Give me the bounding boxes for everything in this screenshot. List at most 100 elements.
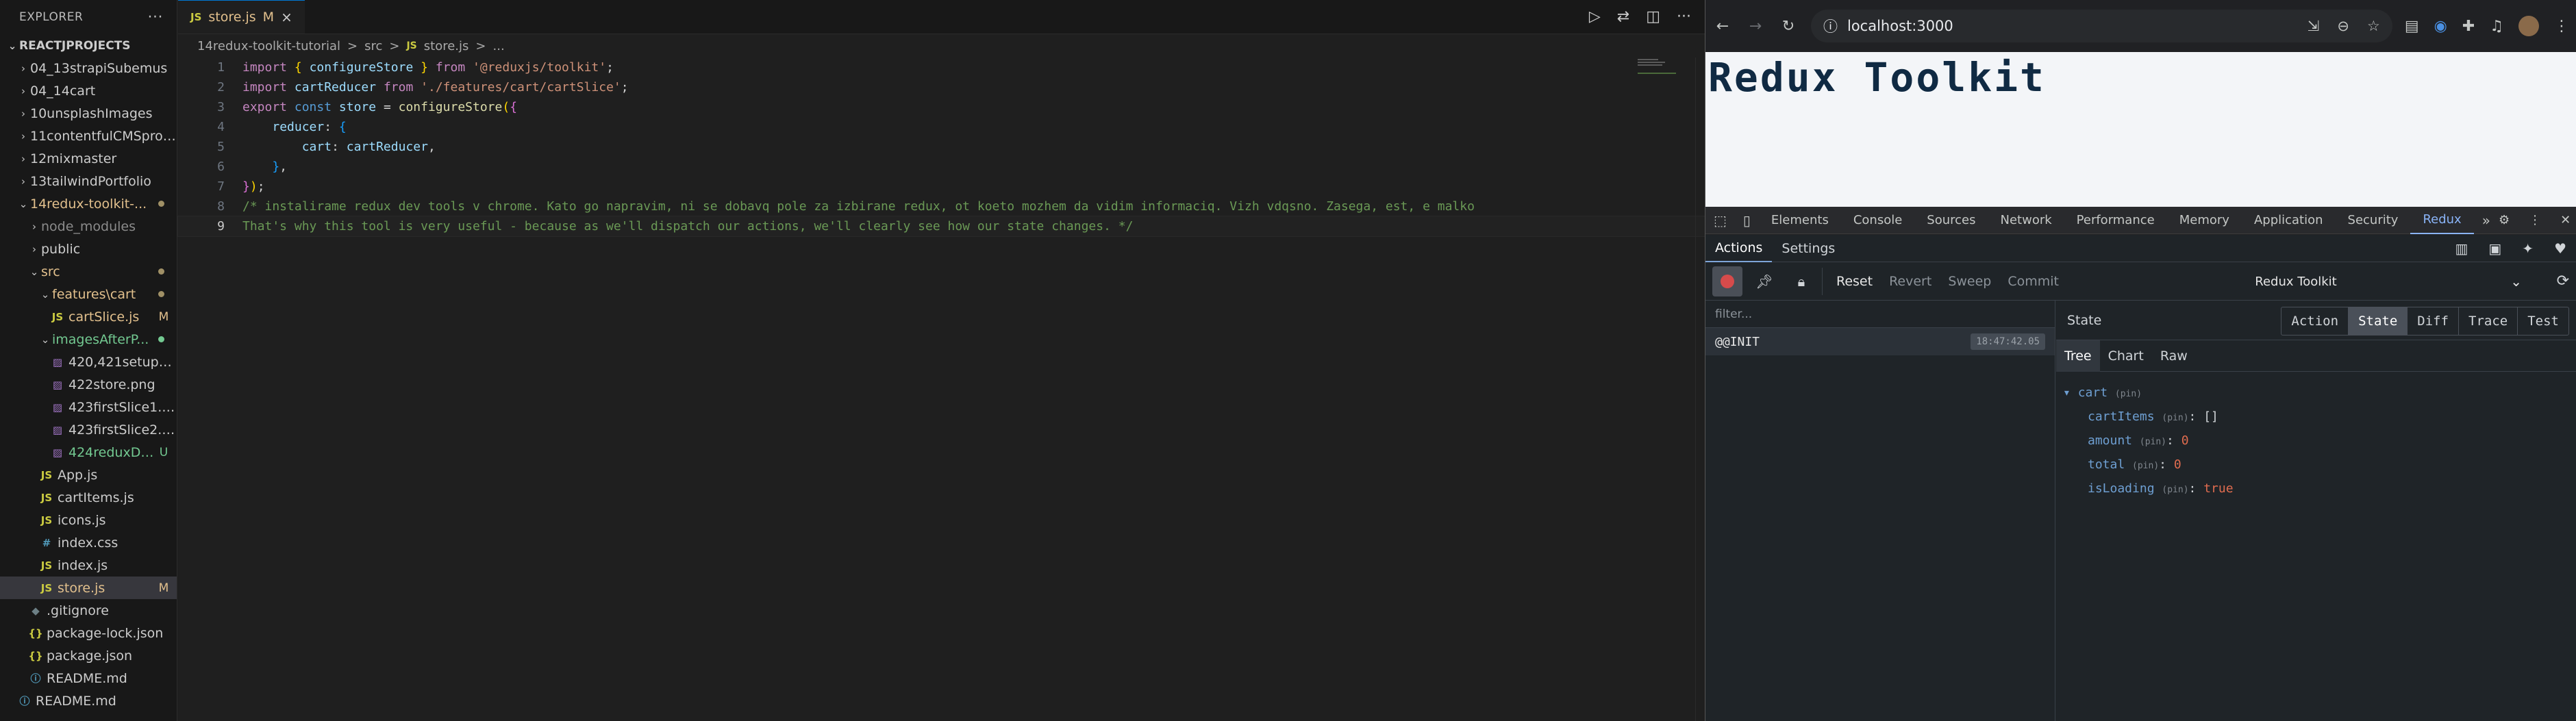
tab-action[interactable]: Action: [2281, 307, 2349, 335]
sweep-button[interactable]: Sweep: [1940, 274, 1999, 289]
file-item[interactable]: JS cartItems.js: [0, 486, 177, 509]
docs-book-icon[interactable]: ▥: [2455, 240, 2468, 257]
file-item[interactable]: JS icons.js: [0, 509, 177, 531]
media-icon[interactable]: ♫: [2490, 18, 2503, 35]
file-item[interactable]: {} package.json: [0, 644, 177, 667]
heart-icon[interactable]: ♥: [2554, 240, 2566, 257]
tree-node[interactable]: isLoading (pin): true: [2063, 477, 2576, 501]
breadcrumb-file[interactable]: store.js: [424, 39, 469, 53]
more-icon[interactable]: ···: [1677, 8, 1691, 25]
file-item[interactable]: ◆ .gitignore: [0, 599, 177, 622]
workspace-root[interactable]: ⌄ REACTJPROJECTS: [0, 34, 177, 57]
extension-shield-icon[interactable]: ◉: [2434, 18, 2447, 35]
more-actions-icon[interactable]: ···: [148, 9, 163, 26]
tree-node[interactable]: total (pin): 0: [2063, 453, 2576, 477]
tab-memory[interactable]: Memory: [2167, 207, 2242, 234]
twitter-icon[interactable]: ✦: [2522, 240, 2534, 257]
reader-icon[interactable]: ▤: [2405, 18, 2419, 35]
device-toggle-icon[interactable]: ▯: [1735, 212, 1759, 229]
folder-item[interactable]: ⌄ features\cart: [0, 283, 177, 305]
tab-settings[interactable]: Settings: [1772, 235, 1845, 262]
sync-icon[interactable]: ⟳: [2557, 273, 2569, 290]
folder-item[interactable]: › node_modules: [0, 215, 177, 238]
more-tabs-icon[interactable]: »: [2474, 212, 2499, 229]
folder-item[interactable]: › 04_14cart: [0, 79, 177, 102]
install-app-icon[interactable]: ⇲: [2308, 18, 2320, 34]
code-editor[interactable]: 1 import { configureStore } from '@reduxj…: [177, 58, 1705, 237]
tab-tree[interactable]: Tree: [2056, 340, 2100, 372]
folder-item[interactable]: ⌄ imagesAfterP...: [0, 328, 177, 351]
tab-sources[interactable]: Sources: [1914, 207, 1988, 234]
address-bar[interactable]: ⓘ localhost:3000 ⇲ ⊖ ☆: [1811, 10, 2392, 42]
reset-button[interactable]: Reset: [1828, 274, 1881, 289]
tab-actions[interactable]: Actions: [1705, 235, 1773, 262]
folder-item[interactable]: › 11contentfulCMSproject: [0, 125, 177, 147]
zoom-icon[interactable]: ⊖: [2337, 18, 2349, 34]
extensions-puzzle-icon[interactable]: ✚: [2462, 18, 2475, 35]
file-item[interactable]: JS App.js: [0, 464, 177, 486]
file-item[interactable]: {} package-lock.json: [0, 622, 177, 644]
close-icon[interactable]: ✕: [2560, 213, 2571, 227]
forward-icon[interactable]: →: [1745, 18, 1766, 35]
revert-button[interactable]: Revert: [1881, 274, 1940, 289]
action-item[interactable]: @@INIT 18:47:42.05: [1705, 328, 2055, 355]
settings-gear-icon[interactable]: ⚙: [2499, 213, 2510, 227]
tab-chart[interactable]: Chart: [2100, 340, 2152, 372]
minimap[interactable]: [1636, 58, 1677, 78]
tab-test[interactable]: Test: [2518, 307, 2568, 335]
compare-icon[interactable]: ⇄: [1617, 8, 1629, 25]
commit-button[interactable]: Commit: [1999, 274, 2067, 289]
kebab-icon[interactable]: ⋮: [2529, 213, 2541, 227]
reload-icon[interactable]: ↻: [1778, 18, 1799, 35]
site-info-icon[interactable]: ⓘ: [1823, 16, 1838, 36]
file-item[interactable]: ▨ 424reduxDev...U: [0, 441, 177, 464]
tab-diff[interactable]: Diff: [2408, 307, 2460, 335]
back-icon[interactable]: ←: [1712, 18, 1733, 35]
breadcrumb-symbol[interactable]: ...: [493, 39, 505, 53]
file-item[interactable]: JS store.js M: [0, 577, 177, 599]
file-item[interactable]: ▨ 422store.png: [0, 373, 177, 396]
tab-store-js[interactable]: JS store.js M ×: [178, 0, 305, 34]
folder-item[interactable]: › 12mixmaster: [0, 147, 177, 170]
file-item[interactable]: JS cartSlice.js M: [0, 305, 177, 328]
tree-node-cart[interactable]: ▾ cart (pin): [2063, 381, 2576, 405]
pin-button[interactable]: 📌︎: [1749, 266, 1779, 296]
file-item[interactable]: ▨ 420,421setup&ins...: [0, 351, 177, 373]
breadcrumb-src[interactable]: src: [364, 39, 382, 53]
record-button[interactable]: [1712, 266, 1742, 296]
tab-state[interactable]: State: [2349, 307, 2408, 335]
filter-input[interactable]: filter...: [1705, 301, 2055, 328]
file-item[interactable]: ▨ 423firstSlice2.png: [0, 418, 177, 441]
breadcrumb-project[interactable]: 14redux-toolkit-tutorial: [197, 39, 340, 53]
file-item[interactable]: ▨ 423firstSlice1.png: [0, 396, 177, 418]
tab-elements[interactable]: Elements: [1759, 207, 1841, 234]
tab-security[interactable]: Security: [2336, 207, 2411, 234]
tab-trace[interactable]: Trace: [2459, 307, 2518, 335]
file-item[interactable]: ⓘ README.md: [0, 667, 177, 690]
run-icon[interactable]: ▷: [1589, 8, 1601, 25]
folder-item[interactable]: › 10unsplashImages: [0, 102, 177, 125]
lock-button[interactable]: 🔒︎: [1786, 266, 1816, 296]
editor-scrollbar[interactable]: [1695, 58, 1705, 721]
folder-item[interactable]: ⌄ 14redux-toolkit-...: [0, 192, 177, 215]
avatar[interactable]: [2518, 16, 2539, 36]
feedback-icon[interactable]: ▣: [2488, 240, 2501, 257]
tab-raw[interactable]: Raw: [2152, 340, 2196, 372]
file-item[interactable]: # index.css: [0, 531, 177, 554]
tab-network[interactable]: Network: [1988, 207, 2064, 234]
folder-item[interactable]: › 13tailwindPortfolio: [0, 170, 177, 192]
inspect-icon[interactable]: ⬚: [1705, 212, 1735, 229]
tab-performance[interactable]: Performance: [2064, 207, 2167, 234]
tree-node[interactable]: amount (pin): 0: [2063, 429, 2576, 453]
tab-console[interactable]: Console: [1841, 207, 1914, 234]
file-item[interactable]: JS index.js: [0, 554, 177, 577]
close-icon[interactable]: ×: [281, 9, 292, 25]
tab-redux[interactable]: Redux: [2410, 207, 2474, 234]
folder-item[interactable]: › 04_13strapiSubemus: [0, 57, 177, 79]
bookmark-star-icon[interactable]: ☆: [2367, 18, 2380, 34]
file-item[interactable]: ⓘ README.md: [0, 690, 177, 712]
folder-item[interactable]: › public: [0, 238, 177, 260]
tab-application[interactable]: Application: [2242, 207, 2336, 234]
menu-icon[interactable]: ⋮: [2554, 18, 2569, 35]
split-editor-icon[interactable]: ◫: [1646, 8, 1660, 25]
